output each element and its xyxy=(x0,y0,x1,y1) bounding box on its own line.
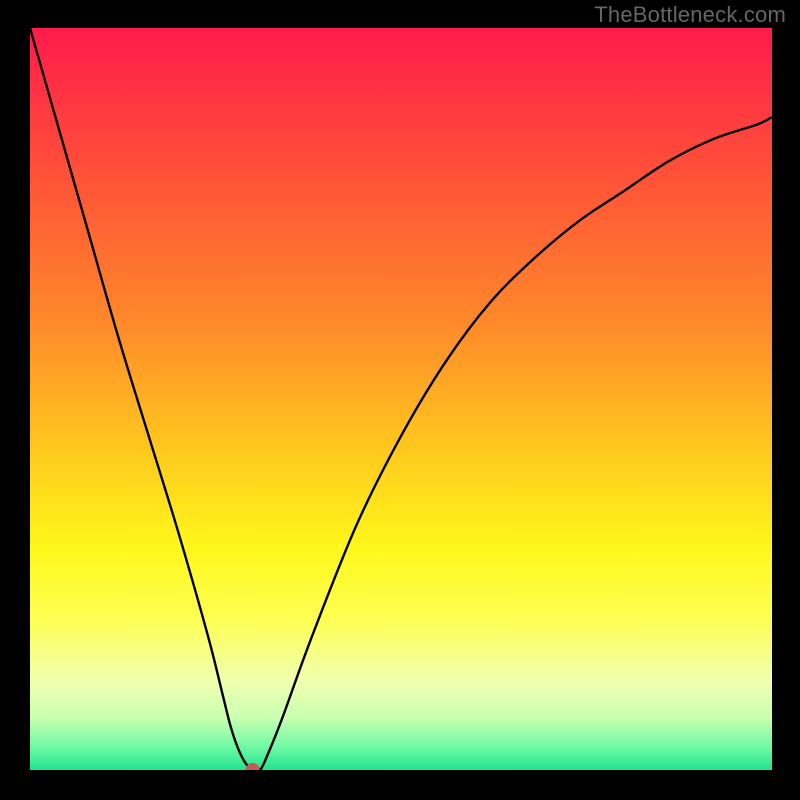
gradient-background xyxy=(30,28,772,770)
watermark-text: TheBottleneck.com xyxy=(594,2,786,28)
chart-container: TheBottleneck.com xyxy=(0,0,800,800)
plot-svg xyxy=(30,28,772,770)
plot-area xyxy=(30,28,772,770)
